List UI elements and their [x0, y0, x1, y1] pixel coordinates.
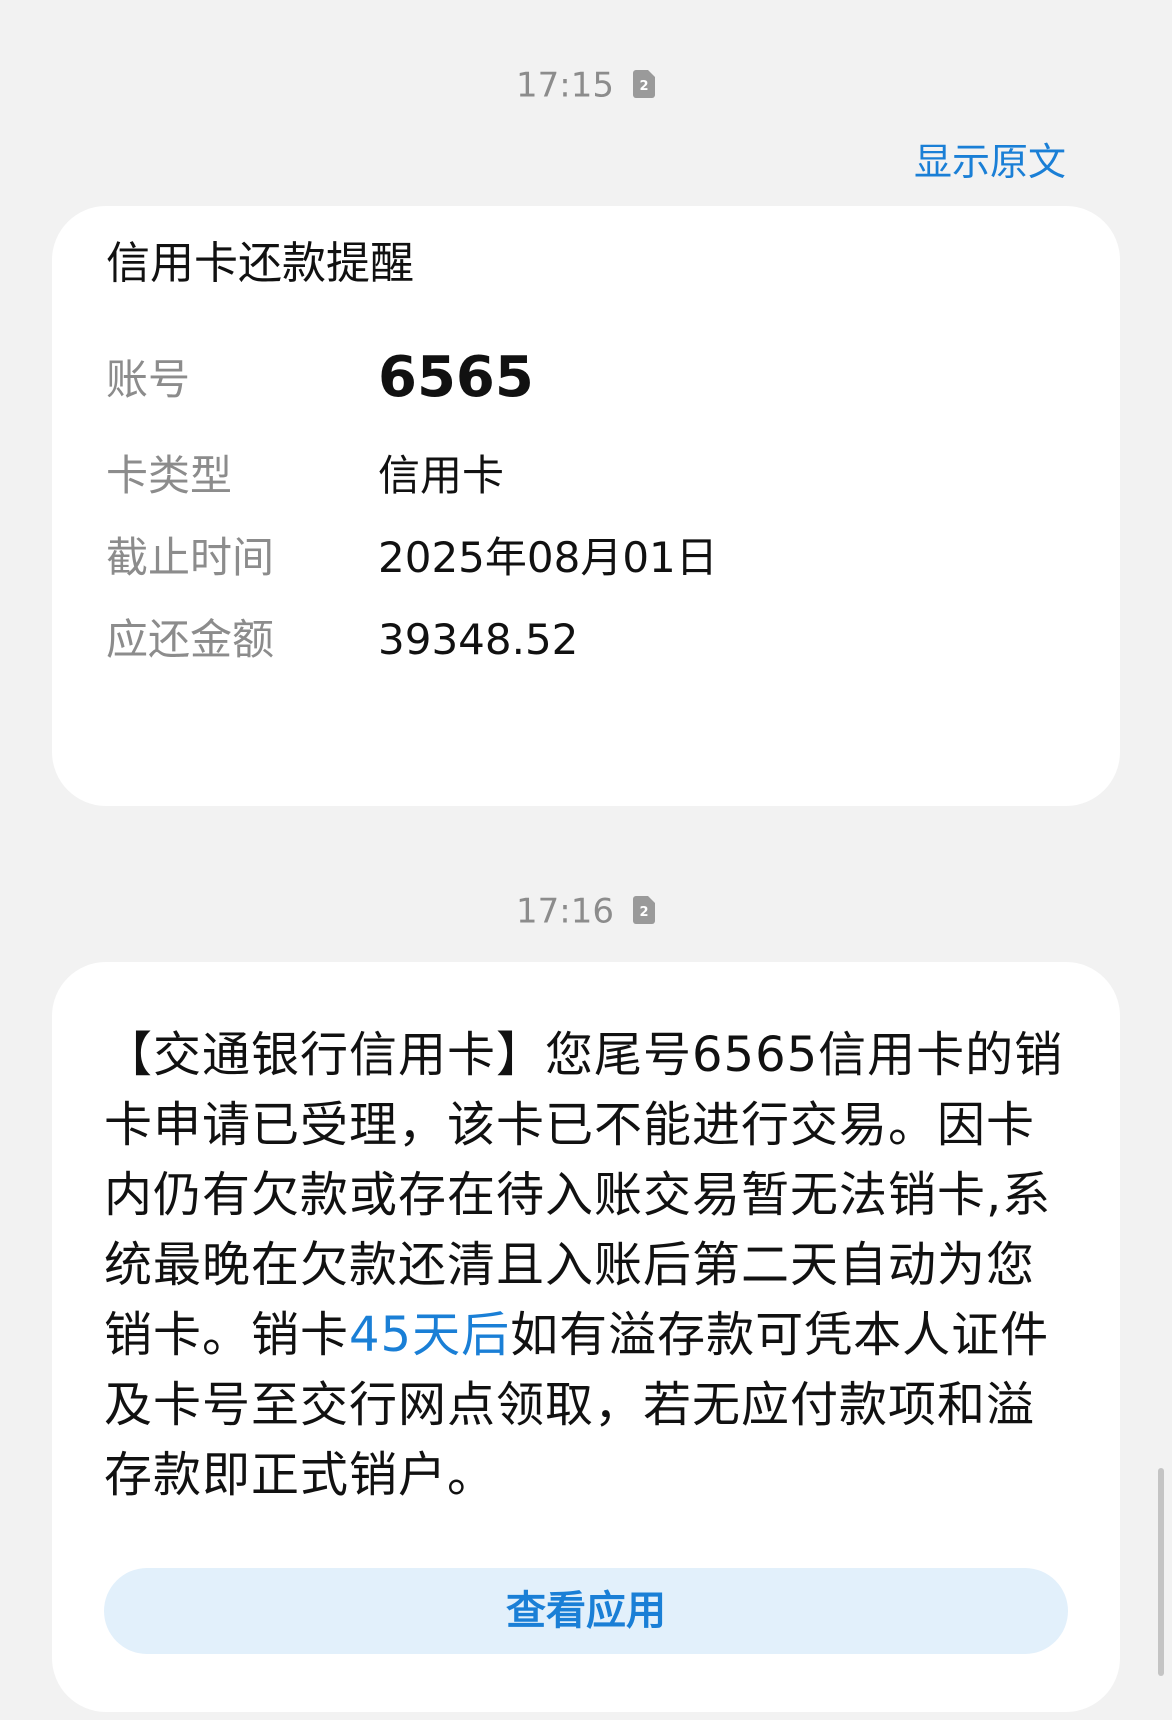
deadline-value: 2025年08月01日 [378, 533, 718, 582]
account-value: 6565 [378, 345, 534, 410]
card-type-value: 信用卡 [378, 451, 505, 500]
sim-number: 2 [639, 905, 648, 920]
reminder-card-title: 信用卡还款提醒 [106, 238, 414, 289]
sim-2-icon: 2 [632, 69, 656, 99]
amount-due-label: 应还金额 [106, 615, 275, 664]
sim-number: 2 [639, 79, 648, 94]
sim-2-icon: 2 [632, 895, 656, 925]
view-app-button[interactable]: 查看应用 [104, 1568, 1068, 1654]
show-original-link[interactable]: 显示原文 [914, 140, 1066, 184]
reminder-card [52, 206, 1120, 806]
scrollbar[interactable] [1158, 1468, 1164, 1676]
card-type-label: 卡类型 [106, 451, 233, 500]
sms-highlight-link[interactable]: 45天后 [349, 1307, 510, 1363]
amount-due-value: 39348.52 [378, 615, 579, 664]
message-timestamp: 17:16 2 [0, 890, 1172, 932]
timestamp-text: 17:15 [516, 65, 614, 106]
sms-message-text[interactable]: 【交通银行信用卡】您尾号6565信用卡的销卡申请已受理，该卡已不能进行交易。因卡… [104, 1020, 1064, 1510]
deadline-label: 截止时间 [106, 533, 275, 582]
message-timestamp: 17:15 2 [0, 64, 1172, 106]
timestamp-text: 17:16 [516, 891, 614, 932]
account-label: 账号 [106, 355, 191, 404]
